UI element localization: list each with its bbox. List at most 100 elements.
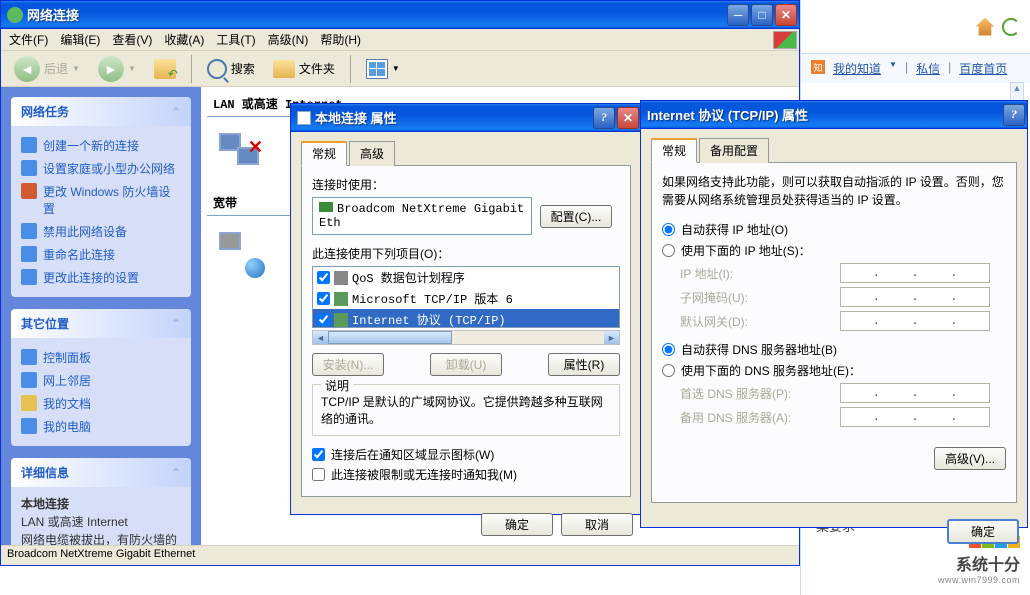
folder-up-icon: ↶ bbox=[154, 59, 176, 79]
forward-icon: ► bbox=[98, 56, 124, 82]
chk-limited[interactable] bbox=[312, 468, 325, 481]
connect-using-label: 连接时使用： bbox=[312, 176, 620, 193]
menu-help[interactable]: 帮助(H) bbox=[314, 29, 367, 50]
radio-auto-dns[interactable] bbox=[662, 343, 675, 356]
radio-manual-dns[interactable] bbox=[662, 364, 675, 377]
help-button[interactable]: ? bbox=[1003, 104, 1025, 126]
list-item[interactable]: QoS 数据包计划程序 bbox=[313, 267, 619, 288]
menu-view[interactable]: 查看(V) bbox=[106, 29, 158, 50]
refresh-icon[interactable] bbox=[1002, 18, 1020, 36]
search-button[interactable]: 搜索 bbox=[200, 56, 262, 82]
props-titlebar[interactable]: ⊥ 本地连接 属性 ? ✕ bbox=[291, 104, 641, 132]
place-pc[interactable]: 我的电脑 bbox=[21, 415, 181, 438]
task-settings[interactable]: 更改此连接的设置 bbox=[21, 266, 181, 289]
details-status: 网络电缆被拔出，有防火墙的 bbox=[21, 531, 181, 545]
configure-button[interactable]: 配置(C)... bbox=[540, 205, 612, 228]
components-listbox[interactable]: QoS 数据包计划程序 Microsoft TCP/IP 版本 6 Intern… bbox=[312, 266, 620, 328]
help-button[interactable]: ? bbox=[593, 107, 615, 129]
radio-auto-ip[interactable] bbox=[662, 223, 675, 236]
dns1-label: 首选 DNS 服务器(P): bbox=[680, 385, 840, 402]
chk-notify[interactable] bbox=[312, 448, 325, 461]
window-icon bbox=[7, 7, 23, 23]
item-checkbox[interactable] bbox=[317, 271, 330, 284]
service-icon bbox=[334, 271, 348, 285]
home-icon[interactable] bbox=[976, 18, 994, 36]
folders-button[interactable]: 文件夹 bbox=[266, 57, 342, 81]
panel-places-header[interactable]: 其它位置 ⌃ bbox=[11, 309, 191, 338]
tab-general[interactable]: 常规 bbox=[301, 141, 347, 166]
dns2-input: ... bbox=[840, 407, 990, 427]
radio-manual-ip[interactable] bbox=[662, 244, 675, 257]
bg-link-3[interactable]: 百度首页 bbox=[959, 60, 1007, 77]
listbox-hscroll[interactable]: ◄► bbox=[312, 330, 620, 345]
menubar: 文件(F) 编辑(E) 查看(V) 收藏(A) 工具(T) 高级(N) 帮助(H… bbox=[1, 29, 799, 51]
main-titlebar[interactable]: 网络连接 ─ □ ✕ bbox=[1, 1, 799, 29]
menu-file[interactable]: 文件(F) bbox=[3, 29, 54, 50]
advanced-button[interactable]: 高级(V)... bbox=[934, 447, 1006, 470]
neighbor-icon bbox=[21, 372, 37, 388]
list-item[interactable]: Microsoft TCP/IP 版本 6 bbox=[313, 288, 619, 309]
maximize-button[interactable]: □ bbox=[751, 4, 773, 26]
ok-button[interactable]: 确定 bbox=[947, 519, 1019, 544]
menu-edit[interactable]: 编辑(E) bbox=[54, 29, 106, 50]
install-button: 安装(N)... bbox=[312, 353, 384, 376]
task-rename[interactable]: 重命名此连接 bbox=[21, 243, 181, 266]
disable-icon bbox=[21, 223, 37, 239]
menu-fav[interactable]: 收藏(A) bbox=[158, 29, 210, 50]
task-disable[interactable]: 禁用此网络设备 bbox=[21, 220, 181, 243]
task-home-net[interactable]: 设置家庭或小型办公网络 bbox=[21, 157, 181, 180]
tab-advanced[interactable]: 高级 bbox=[349, 141, 395, 166]
list-item-selected[interactable]: Internet 协议 (TCP/IP) bbox=[313, 309, 619, 328]
panel-tasks-header[interactable]: 网络任务 ⌃ bbox=[11, 97, 191, 126]
task-firewall[interactable]: 更改 Windows 防火墙设置 bbox=[21, 180, 181, 220]
new-conn-icon bbox=[21, 137, 37, 153]
globe-icon bbox=[245, 258, 265, 278]
place-neighbor[interactable]: 网上邻居 bbox=[21, 369, 181, 392]
item-checkbox[interactable] bbox=[317, 292, 330, 305]
forward-button[interactable]: ► ▼ bbox=[91, 53, 143, 85]
details-name: 本地连接 bbox=[21, 495, 181, 513]
views-icon bbox=[366, 59, 388, 79]
views-button[interactable]: ▼ bbox=[359, 56, 407, 82]
item-checkbox[interactable] bbox=[317, 313, 330, 326]
bg-link-1[interactable]: 我的知道 bbox=[833, 60, 881, 77]
mask-input: ... bbox=[840, 287, 990, 307]
tcpip-title: Internet 协议 (TCP/IP) 属性 bbox=[647, 105, 1003, 124]
properties-button[interactable]: 属性(R) bbox=[548, 353, 620, 376]
protocol-icon bbox=[334, 292, 348, 306]
props-title: 本地连接 属性 bbox=[315, 108, 593, 127]
broadband-connection-icon[interactable] bbox=[215, 228, 265, 278]
close-button[interactable]: ✕ bbox=[775, 4, 797, 26]
ok-button[interactable]: 确定 bbox=[481, 513, 553, 536]
close-button[interactable]: ✕ bbox=[617, 107, 639, 129]
menu-advanced[interactable]: 高级(N) bbox=[262, 29, 315, 50]
menu-tools[interactable]: 工具(T) bbox=[210, 29, 261, 50]
panel-details: 详细信息 ⌃ 本地连接 LAN 或高速 Internet 网络电缆被拔出，有防火… bbox=[11, 458, 191, 545]
items-label: 此连接使用下列项目(O)： bbox=[312, 245, 620, 262]
dropdown-icon[interactable]: ▼ bbox=[889, 60, 897, 77]
nic-icon bbox=[319, 202, 333, 212]
tab-alternate[interactable]: 备用配置 bbox=[699, 138, 769, 163]
dns2-label: 备用 DNS 服务器(A): bbox=[680, 409, 840, 426]
minimize-button[interactable]: ─ bbox=[727, 4, 749, 26]
collapse-icon: ⌃ bbox=[171, 466, 181, 480]
collapse-icon: ⌃ bbox=[171, 317, 181, 331]
folders-icon bbox=[273, 60, 295, 78]
back-icon: ◄ bbox=[14, 56, 40, 82]
tcpip-titlebar[interactable]: Internet 协议 (TCP/IP) 属性 ? bbox=[641, 101, 1027, 129]
up-button[interactable]: ↶ bbox=[147, 56, 183, 82]
place-cpanel[interactable]: 控制面板 bbox=[21, 346, 181, 369]
settings-icon bbox=[21, 269, 37, 285]
bg-link-2[interactable]: 私信 bbox=[916, 60, 940, 77]
local-connection-icon[interactable]: ✕ bbox=[215, 129, 265, 179]
panel-details-header[interactable]: 详细信息 ⌃ bbox=[11, 458, 191, 487]
place-docs[interactable]: 我的文档 bbox=[21, 392, 181, 415]
panel-places: 其它位置 ⌃ 控制面板 网上邻居 我的文档 我的电脑 bbox=[11, 309, 191, 446]
cpanel-icon bbox=[21, 349, 37, 365]
back-button[interactable]: ◄ 后退 ▼ bbox=[7, 53, 87, 85]
description-text: TCP/IP 是默认的广域网协议。它提供跨越多种互联网络的通讯。 bbox=[321, 393, 611, 427]
docs-icon bbox=[21, 395, 37, 411]
task-new-conn[interactable]: 创建一个新的连接 bbox=[21, 134, 181, 157]
tab-general[interactable]: 常规 bbox=[651, 138, 697, 163]
cancel-button[interactable]: 取消 bbox=[561, 513, 633, 536]
